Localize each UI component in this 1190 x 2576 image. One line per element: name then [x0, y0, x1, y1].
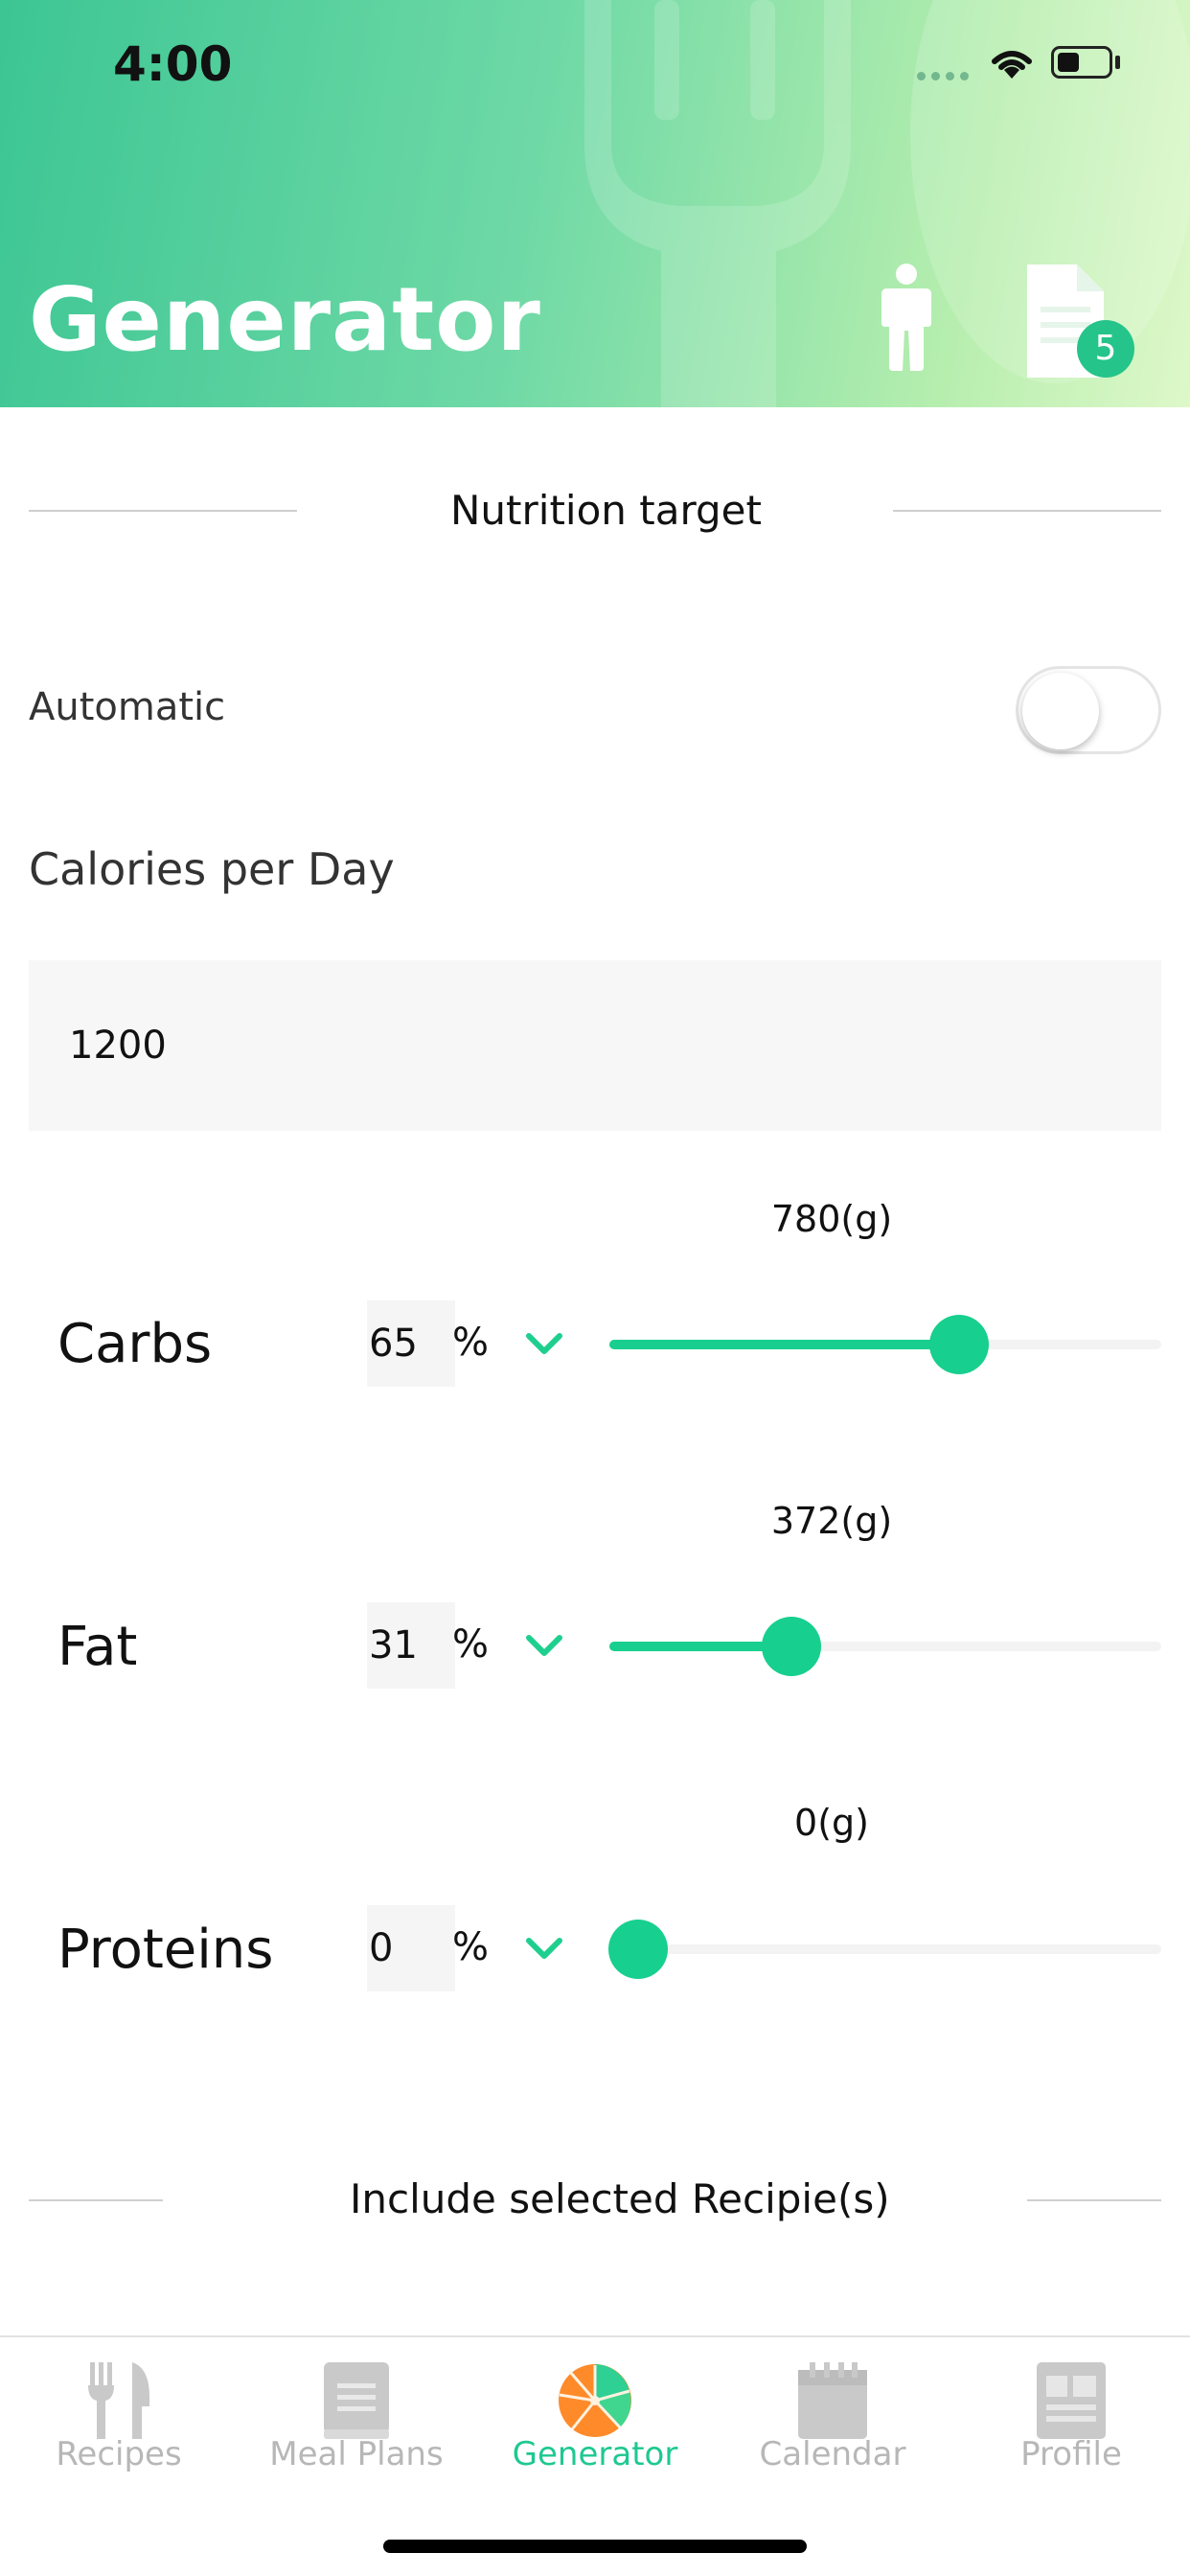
tab-label: Profile: [1020, 2435, 1122, 2473]
document-count-badge: 5: [1077, 320, 1134, 378]
fat-label: Fat: [57, 1616, 138, 1678]
book-icon: [324, 2362, 389, 2439]
proteins-grams: 0(g): [794, 1802, 869, 1844]
tab-recipes[interactable]: Recipes: [0, 2337, 238, 2529]
fat-percent-sign: %: [452, 1622, 490, 1667]
calendar-icon: [798, 2362, 867, 2439]
tab-label: Recipes: [56, 2435, 182, 2473]
tab-profile[interactable]: Profile: [952, 2337, 1190, 2529]
carbs-slider-track[interactable]: [609, 1340, 1161, 1349]
proteins-label: Proteins: [57, 1919, 274, 1981]
nutrition-section-title: Nutrition target: [450, 487, 762, 534]
fork-knife-icon: [88, 2362, 149, 2439]
proteins-percent-input[interactable]: 0: [367, 1905, 455, 1991]
tab-calendar[interactable]: Calendar: [714, 2337, 951, 2529]
status-time: 4:00: [113, 36, 233, 92]
home-indicator[interactable]: [383, 2540, 807, 2553]
fat-grams: 372(g): [770, 1500, 893, 1542]
fat-percent-input[interactable]: 31: [367, 1602, 455, 1689]
chevron-down-icon[interactable]: [525, 1634, 563, 1657]
chevron-down-icon[interactable]: [525, 1937, 563, 1960]
battery-tip: [1115, 56, 1120, 69]
signal-icon: [917, 72, 971, 81]
calories-input[interactable]: 1200: [29, 960, 1161, 1131]
divider-right: [1027, 2199, 1161, 2201]
header-banner: 4:00 Generator 5: [0, 0, 1190, 407]
proteins-percent-sign: %: [452, 1925, 490, 1969]
tab-meal-plans[interactable]: Meal Plans: [238, 2337, 475, 2529]
tab-label: Generator: [512, 2435, 678, 2473]
calories-label: Calories per Day: [29, 843, 395, 895]
automatic-toggle[interactable]: [1016, 666, 1161, 754]
carbs-label: Carbs: [57, 1313, 213, 1375]
automatic-label: Automatic: [29, 685, 226, 729]
battery-icon: [1051, 46, 1112, 79]
divider-right: [893, 510, 1161, 512]
page-title: Generator: [29, 268, 541, 371]
fat-slider-track[interactable]: [609, 1642, 1161, 1651]
person-icon[interactable]: [880, 264, 933, 371]
carbs-slider-fill: [609, 1340, 959, 1349]
tab-generator[interactable]: Generator: [476, 2337, 714, 2529]
proteins-slider-track[interactable]: [609, 1944, 1161, 1954]
include-section-title: Include selected Recipie(s): [350, 2175, 890, 2222]
chevron-down-icon[interactable]: [525, 1332, 563, 1355]
carbs-percent-input[interactable]: 65: [367, 1300, 455, 1387]
proteins-slider-thumb[interactable]: [608, 1920, 668, 1979]
divider-left: [29, 510, 297, 512]
carbs-slider-thumb[interactable]: [929, 1315, 989, 1374]
profile-card-icon: [1037, 2362, 1106, 2439]
wifi-icon: [992, 51, 1032, 79]
carbs-percent-sign: %: [452, 1321, 490, 1365]
fat-slider-thumb[interactable]: [762, 1617, 821, 1676]
tab-label: Calendar: [759, 2435, 906, 2473]
orange-slice-icon: [559, 2364, 631, 2437]
carbs-grams: 780(g): [770, 1198, 893, 1240]
tab-label: Meal Plans: [269, 2435, 444, 2473]
toggle-knob: [1022, 673, 1099, 749]
divider-left: [29, 2199, 163, 2201]
